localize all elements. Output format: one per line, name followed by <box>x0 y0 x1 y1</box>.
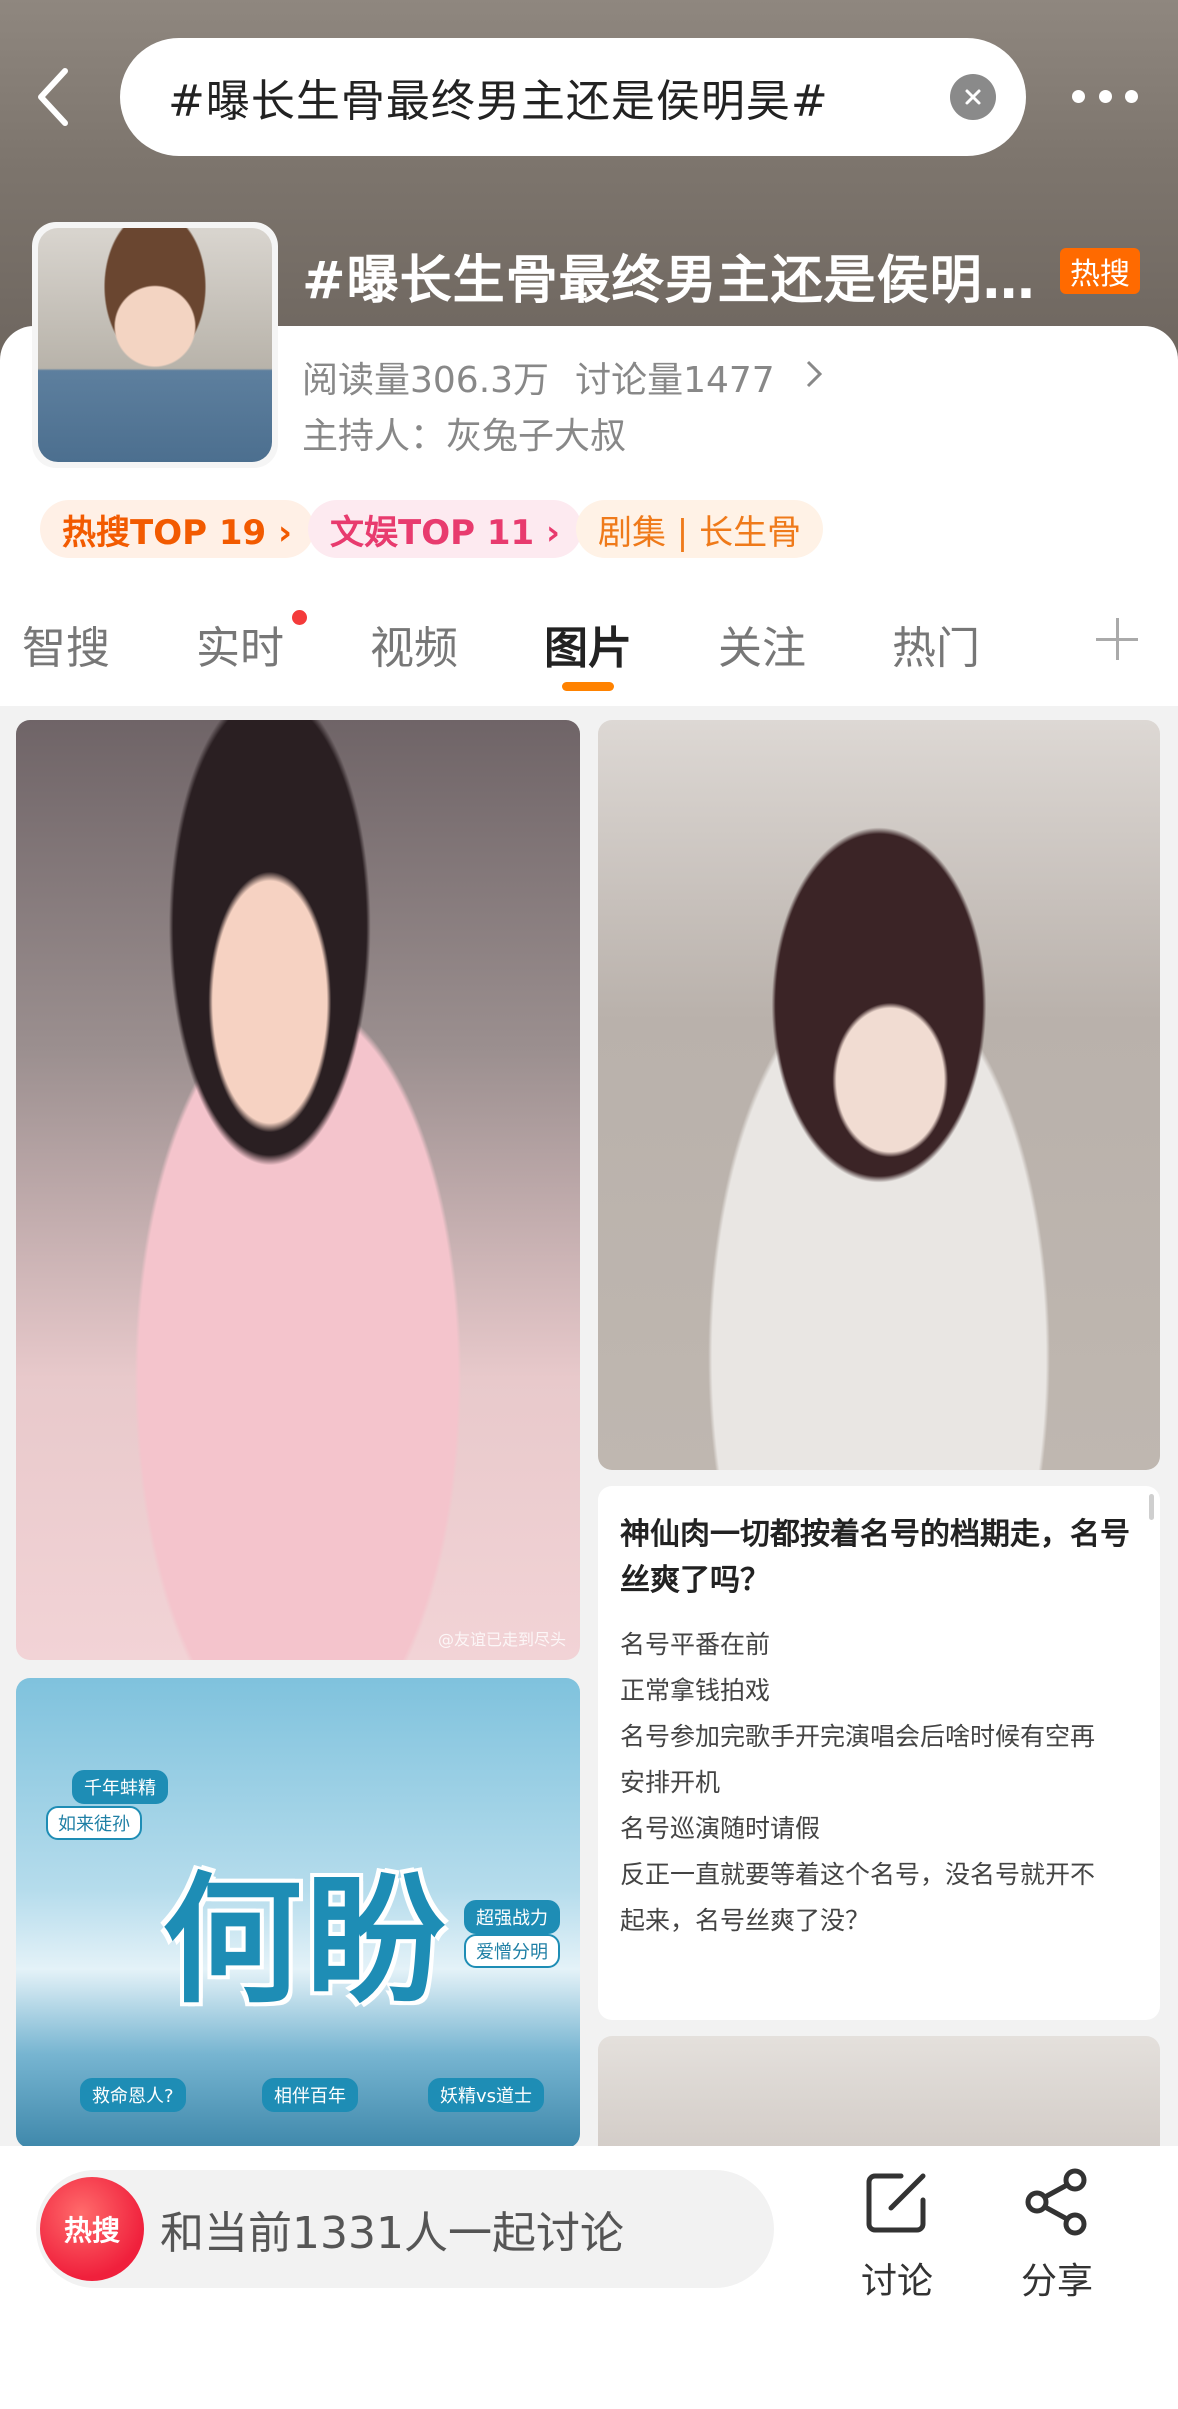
comment-button[interactable]: 讨论 <box>842 2166 952 2316</box>
tab-video[interactable]: 视频 <box>370 612 458 676</box>
post-line: 名号平番在前 <box>620 1630 771 1659</box>
tab-following[interactable]: 关注 <box>718 612 806 676</box>
edit-comment-icon <box>866 2173 926 2233</box>
tab-bar: 智搜 实时 视频 图片 关注 热门 <box>0 590 1178 702</box>
add-tab-icon[interactable] <box>1092 614 1142 664</box>
comment-label: 讨论 <box>860 2261 933 2302</box>
discuss-input[interactable]: 热搜 和当前1331人一起讨论 <box>36 2170 774 2288</box>
scrollbar <box>1149 1494 1154 1520</box>
tab-realtime[interactable]: 实时 <box>196 612 284 676</box>
topic-host: 主持人：灰兔子大叔 <box>302 416 627 457</box>
image-tag: 爱憎分明 <box>464 1934 560 1968</box>
image-title: 何盼 <box>161 1860 450 2023</box>
image-tag: 千年蚌精 <box>72 1770 168 1804</box>
image-tag: 超强战力 <box>464 1900 560 1934</box>
topic-title: #曝长生骨最终男主还是侯明昊# <box>302 251 1042 311</box>
topic-stats[interactable]: 阅读量306.3万 讨论量1477 <box>302 352 823 402</box>
post-line: 安排开机 <box>620 1768 721 1797</box>
search-input[interactable]: #曝长生骨最终男主还是侯明昊# <box>168 65 950 129</box>
share-label: 分享 <box>1020 2261 1093 2302</box>
active-tab-indicator <box>562 682 614 691</box>
more-dot-icon <box>1125 89 1138 103</box>
tag-series[interactable]: 剧集 | 长生骨 <box>576 500 824 558</box>
discuss-prompt: 和当前1331人一起讨论 <box>160 2208 624 2259</box>
tag-entertainment-rank[interactable]: 文娱TOP 11 › <box>308 500 583 558</box>
hot-badge: 热搜 <box>1060 248 1140 294</box>
post-line: 反正一直就要等着这个名号，没名号就开不 <box>620 1860 1096 1889</box>
tag-hot-search-rank[interactable]: 热搜TOP 19 › <box>40 500 315 558</box>
post-line: 起来，名号丝爽了没？ <box>620 1906 871 1935</box>
chevron-right-icon <box>805 357 823 398</box>
back-button[interactable] <box>18 52 88 142</box>
post-line: 名号巡演随时请假 <box>620 1814 821 1843</box>
image-tag: 救命恩人? <box>80 2078 186 2112</box>
image-tag: 妖精vs道士 <box>428 2078 545 2112</box>
post-body: 名号平番在前 正常拿钱拍戏 名号参加完歌手开完演唱会后啥时候有空再 安排开机 名… <box>620 1622 1140 1944</box>
discuss-count: 讨论量1477 <box>575 360 775 401</box>
avatar-image <box>38 228 272 462</box>
read-count: 阅读量306.3万 <box>302 360 550 401</box>
more-dot-icon <box>1072 89 1085 103</box>
share-icon <box>1025 2168 1087 2236</box>
post-line: 名号参加完歌手开完演唱会后啥时候有空再 <box>620 1722 1096 1751</box>
image-tag: 相伴百年 <box>262 2078 358 2112</box>
hot-search-logo: 热搜 <box>40 2177 144 2281</box>
image-card[interactable]: 千年蚌精 如来徒孙 何盼 超强战力 爱憎分明 救命恩人? 相伴百年 妖精vs道士 <box>16 1678 580 2148</box>
post-title: 神仙肉一切都按着名号的档期走，名号丝爽了吗？ <box>620 1517 1130 1598</box>
share-button[interactable]: 分享 <box>1002 2166 1112 2316</box>
more-dot-icon <box>1098 89 1112 103</box>
tab-smart-search[interactable]: 智搜 <box>22 612 110 676</box>
image-card[interactable] <box>598 720 1160 1470</box>
tab-images[interactable]: 图片 <box>544 612 632 676</box>
text-post-card[interactable]: 神仙肉一切都按着名号的档期走，名号丝爽了吗？ 名号平番在前 正常拿钱拍戏 名号参… <box>598 1486 1160 2020</box>
clear-search-button[interactable] <box>950 74 996 120</box>
bottom-bar: 热搜 和当前1331人一起讨论 讨论 分享 <box>0 2146 1178 2409</box>
more-options-button[interactable] <box>1060 78 1150 114</box>
topic-avatar[interactable] <box>32 222 278 468</box>
image-card[interactable]: @友谊已走到尽头 <box>16 720 580 1660</box>
image-watermark: @友谊已走到尽头 <box>437 1630 566 1649</box>
tab-popular[interactable]: 热门 <box>892 612 980 676</box>
chevron-left-icon <box>38 68 68 126</box>
search-bar[interactable]: #曝长生骨最终男主还是侯明昊# <box>120 38 1026 156</box>
post-line: 正常拿钱拍戏 <box>620 1676 771 1705</box>
close-icon <box>965 89 981 105</box>
new-content-dot <box>292 610 307 625</box>
